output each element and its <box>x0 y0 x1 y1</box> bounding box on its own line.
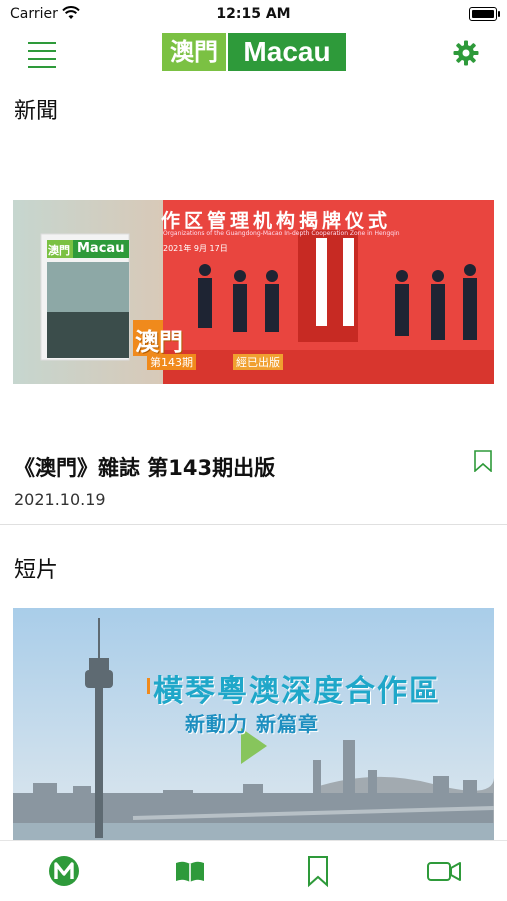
banner-heading: 作区管理机构揭牌仪式 <box>161 210 392 232</box>
banner-subheading: Organizations of the Guangdong-Macao In-… <box>163 230 400 237</box>
logo-chinese: 澳門 <box>162 33 226 71</box>
section-divider <box>0 524 507 525</box>
book-icon[interactable] <box>170 853 210 889</box>
video-camera-icon[interactable] <box>424 853 464 889</box>
macau-logo: 澳門 Macau <box>162 33 346 71</box>
bookmark-icon[interactable] <box>298 853 338 889</box>
gear-icon[interactable] <box>453 40 479 66</box>
magazine-issue-label: 澳門 <box>135 328 183 356</box>
news-hero-image[interactable]: 作区管理机构揭牌仪式 Organizations of the Guangdon… <box>13 200 494 384</box>
video-thumbnail[interactable]: 橫琴粵澳深度合作區 新動力 新篇章 <box>13 608 494 840</box>
hamburger-menu-icon[interactable] <box>28 42 56 68</box>
news-section-title: 新聞 <box>14 99 59 124</box>
video-subline: 新動力 新篇章 <box>185 712 319 736</box>
bottom-tab-bar <box>0 840 507 901</box>
magazine-logo-en: Macau <box>77 241 125 256</box>
videos-section-title: 短片 <box>14 558 59 583</box>
magazine-released-label: 經已出版 <box>233 354 283 370</box>
status-bar: Carrier 12:15 AM <box>0 0 507 28</box>
clock: 12:15 AM <box>216 6 291 22</box>
banner-date: 2021年 9月 17日 <box>163 244 228 253</box>
news-article-date: 2021.10.19 <box>14 490 106 509</box>
top-nav-bar: 澳門 Macau <box>0 28 507 78</box>
magazine-issue-number: 第143期 <box>147 354 196 370</box>
news-article-title[interactable]: 《澳門》雜誌 第143期出版 <box>14 452 275 482</box>
magazine-logo-cn: 澳門 <box>48 244 70 257</box>
video-headline: 橫琴粵澳深度合作區 <box>153 674 441 709</box>
macau-m-icon[interactable] <box>44 853 84 889</box>
logo-english: Macau <box>228 33 346 71</box>
battery-icon <box>469 7 500 21</box>
bookmark-icon[interactable] <box>473 450 493 472</box>
